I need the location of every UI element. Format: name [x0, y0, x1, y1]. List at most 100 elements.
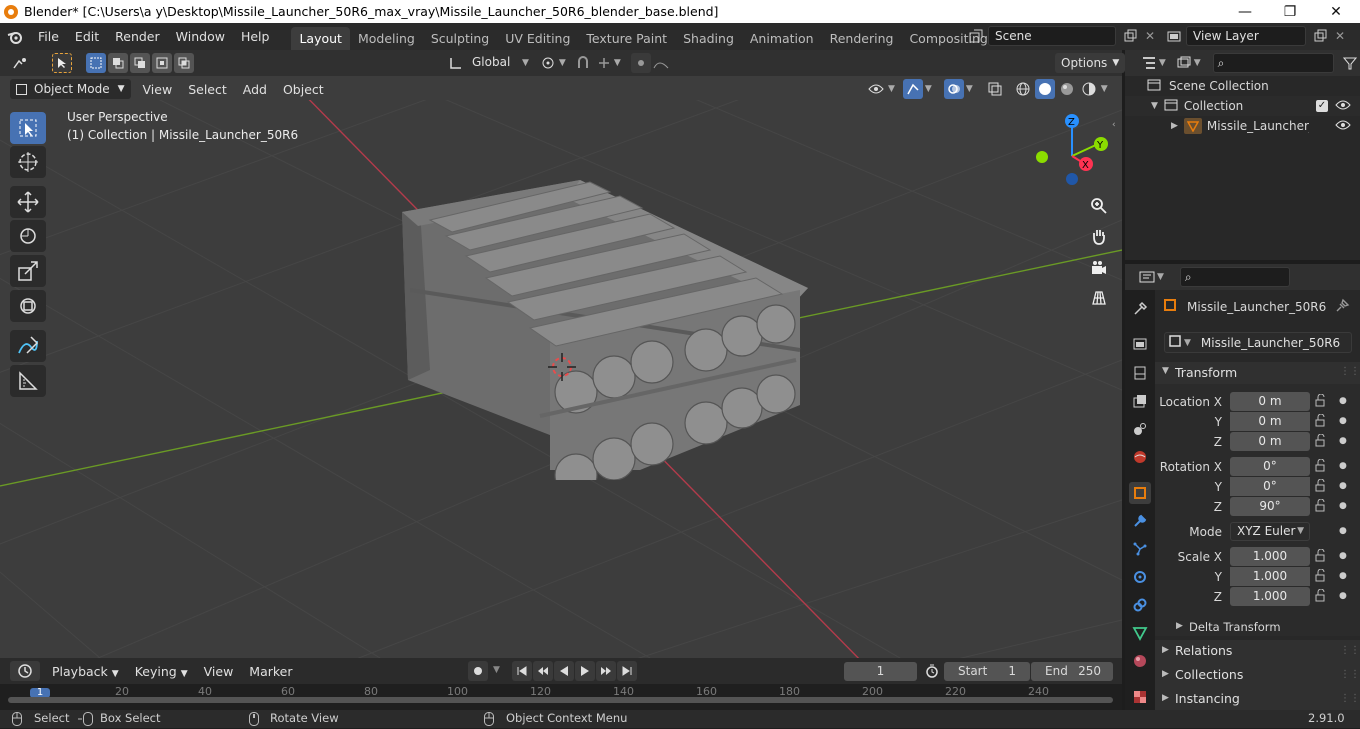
annotate-tool[interactable] — [10, 330, 46, 362]
end-frame-field[interactable]: End 250 — [1031, 662, 1113, 681]
relations-panel-header[interactable]: Relations — [1175, 643, 1232, 658]
mode-dropdown[interactable]: Object Mode ▼ — [10, 79, 131, 99]
relations-expand-icon[interactable]: ▶ — [1162, 645, 1169, 655]
object-visibility-icon[interactable] — [1335, 118, 1351, 135]
relations-drag-icon[interactable]: ⋮⋮ — [1340, 645, 1360, 656]
3d-viewport[interactable]: User Perspective (1) Collection | Missil… — [0, 100, 1122, 658]
measure-tool[interactable] — [10, 365, 46, 397]
view-layer-icon[interactable] — [1164, 26, 1184, 46]
use-preview-range-icon[interactable] — [925, 664, 939, 681]
move-tool[interactable] — [10, 186, 46, 218]
location-y-field[interactable]: 0 m — [1230, 412, 1310, 431]
collection-visibility-icon[interactable] — [1335, 98, 1351, 115]
modifiers-tab-icon[interactable] — [1129, 510, 1151, 532]
transform-orientation-icon[interactable] — [446, 53, 466, 73]
menu-edit[interactable]: Edit — [67, 23, 107, 50]
object-datablock-field[interactable]: ▼ Missile_Launcher_50R6 — [1164, 332, 1352, 353]
rotation-mode-dropdown[interactable]: XYZ Euler ▼ — [1230, 522, 1310, 541]
current-frame-field[interactable]: 1 — [844, 662, 917, 681]
outliner-collection-row[interactable]: ▼ Collection ✓ — [1125, 96, 1360, 116]
delta-transform-expand-icon[interactable]: ▶ — [1176, 621, 1183, 631]
jump-keyframe-forward-icon[interactable] — [596, 661, 616, 681]
outliner-object-row[interactable]: ▶ Missile_Launcher_50 — [1125, 116, 1360, 136]
missile-launcher-model[interactable] — [390, 180, 820, 480]
gizmo-neg-y-axis[interactable] — [1036, 151, 1048, 163]
scale-x-lock-icon[interactable] — [1314, 548, 1328, 566]
pivot-point-icon[interactable] — [539, 53, 559, 73]
menu-add[interactable]: Add — [235, 82, 275, 97]
transform-collapse-icon[interactable]: ▼ — [1162, 366, 1169, 376]
scale-y-lock-icon[interactable] — [1314, 568, 1328, 586]
scene-selector[interactable]: Scene — [988, 26, 1116, 46]
options-dropdown[interactable]: Options ▼ — [1055, 53, 1126, 73]
pan-hand-icon[interactable] — [1086, 223, 1112, 249]
jump-keyframe-back-icon[interactable] — [533, 661, 553, 681]
rotation-z-lock-icon[interactable] — [1314, 498, 1328, 516]
jump-end-icon[interactable] — [617, 661, 637, 681]
tab-sculpting[interactable]: Sculpting — [423, 27, 497, 50]
transform-tool[interactable] — [10, 290, 46, 322]
cursor-tool[interactable] — [10, 146, 46, 178]
shading-rendered-icon[interactable] — [1079, 79, 1099, 99]
rotate-tool[interactable] — [10, 220, 46, 252]
scale-z-keyframe-icon[interactable]: ● — [1339, 589, 1347, 603]
particles-tab-icon[interactable] — [1129, 538, 1151, 560]
camera-view-icon[interactable] — [1086, 255, 1112, 281]
auto-keying-icon[interactable] — [468, 661, 488, 681]
rotation-x-keyframe-icon[interactable]: ● — [1339, 459, 1347, 473]
proportional-edit-icon[interactable] — [630, 53, 651, 73]
constraints-tab-icon[interactable] — [1129, 594, 1151, 616]
tab-modeling[interactable]: Modeling — [350, 27, 423, 50]
drag-handle-icon[interactable]: ⋮⋮ — [1340, 366, 1360, 377]
falloff-icon[interactable] — [651, 53, 671, 73]
tab-uv-editing[interactable]: UV Editing — [497, 27, 578, 50]
world-tab-icon[interactable] — [1129, 446, 1151, 468]
select-tool-icon[interactable] — [52, 53, 72, 73]
blender-menu-icon[interactable] — [0, 30, 30, 44]
editor-type-icon[interactable] — [10, 53, 30, 73]
play-reverse-icon[interactable] — [554, 661, 574, 681]
rotation-y-lock-icon[interactable] — [1314, 478, 1328, 496]
delete-view-layer-icon[interactable]: ✕ — [1330, 26, 1350, 46]
properties-editor-icon[interactable] — [1137, 267, 1157, 287]
menu-object[interactable]: Object — [275, 82, 332, 97]
menu-view[interactable]: View — [135, 82, 181, 97]
view-layer-selector[interactable]: View Layer — [1186, 26, 1306, 46]
collections-panel-header[interactable]: Collections — [1175, 667, 1243, 682]
pin-icon[interactable] — [1336, 298, 1350, 315]
tool-settings-tab-icon[interactable] — [1129, 298, 1151, 320]
render-tab-icon[interactable] — [1129, 333, 1151, 355]
timeline-area[interactable]: 1 20 40 60 80 100 120 140 160 180 200 220 240 — [0, 684, 1122, 710]
menu-select[interactable]: Select — [180, 82, 235, 97]
menu-window[interactable]: Window — [168, 23, 233, 50]
location-x-field[interactable]: 0 m — [1230, 392, 1310, 411]
select-mode-extend-icon[interactable] — [108, 53, 128, 73]
keying-set-dropdown-icon[interactable]: ▼ — [493, 665, 500, 675]
xray-toggle-icon[interactable] — [985, 79, 1005, 99]
scene-tab-icon[interactable] — [1129, 418, 1151, 440]
outliner-editor-icon[interactable] — [1139, 53, 1159, 73]
timeline-menu-marker[interactable]: Marker — [241, 664, 300, 679]
select-mode-intersect-icon[interactable] — [174, 53, 194, 73]
location-x-keyframe-icon[interactable]: ● — [1339, 394, 1347, 408]
collection-expand-icon[interactable]: ▼ — [1151, 101, 1158, 111]
scale-z-field[interactable]: 1.000 — [1230, 587, 1310, 606]
select-mode-new-icon[interactable] — [86, 53, 106, 73]
timeline-menu-playback[interactable]: Playback ▼ — [44, 664, 127, 679]
snap-icon[interactable] — [574, 53, 594, 73]
location-y-lock-icon[interactable] — [1314, 413, 1328, 431]
rotation-x-field[interactable]: 0° — [1230, 457, 1310, 476]
delete-scene-icon[interactable]: ✕ — [1140, 26, 1160, 46]
view-layer-tab-icon[interactable] — [1129, 390, 1151, 412]
sidebar-toggle-icon[interactable]: ‹ — [1112, 120, 1122, 132]
select-box-tool[interactable] — [10, 112, 46, 144]
instancing-panel-header[interactable]: Instancing — [1175, 691, 1240, 706]
texture-tab-icon[interactable] — [1129, 686, 1151, 708]
select-mode-invert-icon[interactable] — [152, 53, 172, 73]
timeline-editor-type-icon[interactable] — [10, 661, 40, 681]
display-mode-icon[interactable] — [1174, 53, 1194, 73]
location-x-lock-icon[interactable] — [1314, 393, 1328, 411]
tab-layout[interactable]: Layout — [291, 27, 350, 50]
scale-x-keyframe-icon[interactable]: ● — [1339, 549, 1347, 563]
rotation-y-keyframe-icon[interactable]: ● — [1339, 479, 1347, 493]
